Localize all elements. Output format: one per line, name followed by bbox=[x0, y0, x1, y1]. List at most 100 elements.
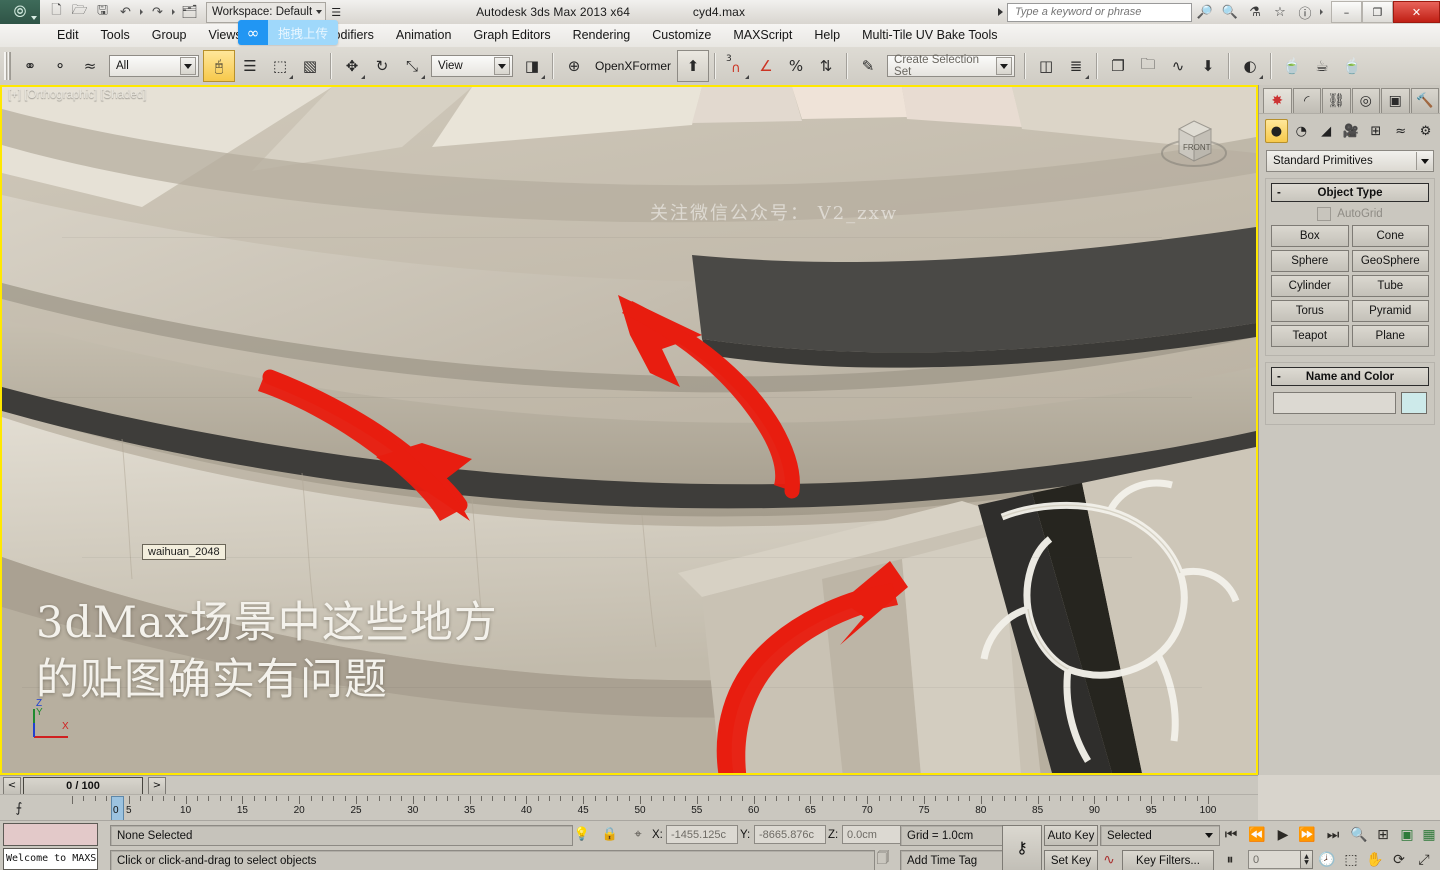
binoculars-icon[interactable]: 🔎 bbox=[1193, 2, 1217, 22]
align-button[interactable]: ≣ bbox=[1061, 51, 1091, 81]
openxformer-button[interactable]: ⬆ bbox=[677, 50, 710, 82]
reference-coordinate-system-combo[interactable]: View bbox=[431, 55, 513, 77]
viewcube[interactable]: FRONT bbox=[1157, 105, 1231, 177]
object-type-button-pyramid[interactable]: Pyramid bbox=[1351, 300, 1429, 322]
primitive-subcategory-combo[interactable]: Standard Primitives bbox=[1266, 150, 1434, 172]
compass-icon[interactable]: ⚗ bbox=[1243, 2, 1267, 22]
open-file-button[interactable]: 🗁 bbox=[69, 2, 90, 22]
mirror-button[interactable]: ◫ bbox=[1031, 51, 1061, 81]
frame-number-input[interactable]: 0 bbox=[1248, 850, 1306, 869]
chevron-right-icon[interactable] bbox=[998, 8, 1003, 16]
toolbar-grip[interactable] bbox=[4, 52, 11, 80]
absolute-relative-transform-icon[interactable]: ⌖ bbox=[629, 826, 647, 843]
app-logo-button[interactable]: ⦾ bbox=[0, 0, 40, 24]
auto-key-button[interactable]: Auto Key bbox=[1044, 825, 1098, 846]
menu-item-animation[interactable]: Animation bbox=[385, 24, 463, 47]
selection-filter-combo[interactable]: All bbox=[109, 55, 199, 77]
layer-manager-button[interactable]: ❐ bbox=[1103, 51, 1133, 81]
tab-create[interactable]: ✸ bbox=[1263, 88, 1292, 113]
search-box[interactable] bbox=[1007, 2, 1192, 22]
restore-button[interactable]: ❐ bbox=[1362, 1, 1393, 23]
set-key-button[interactable]: Set Key bbox=[1044, 850, 1098, 870]
object-type-button-torus[interactable]: Torus bbox=[1271, 300, 1349, 322]
menu-item-customize[interactable]: Customize bbox=[641, 24, 722, 47]
maxscript-input-field[interactable] bbox=[3, 823, 98, 846]
window-crossing-button[interactable]: ▧ bbox=[295, 51, 325, 81]
category-helpers[interactable]: ⊞ bbox=[1364, 119, 1387, 143]
current-frame-field[interactable]: 0 / 100 bbox=[23, 776, 143, 795]
tab-modify[interactable]: ◜ bbox=[1292, 88, 1321, 113]
select-object-button[interactable]: 🖰 bbox=[203, 50, 235, 82]
object-type-button-sphere[interactable]: Sphere bbox=[1271, 250, 1349, 272]
help-dropdown-icon[interactable] bbox=[1320, 9, 1323, 15]
play-animation-button[interactable]: ▶ bbox=[1272, 825, 1294, 844]
unlink-selection-button[interactable]: ⚬ bbox=[45, 51, 75, 81]
time-configuration-button[interactable]: 🕗 bbox=[1316, 850, 1338, 869]
help-icon[interactable]: ⓘ bbox=[1293, 2, 1317, 22]
tab-utilities[interactable]: 🔨 bbox=[1410, 88, 1439, 113]
spinner-snap-toggle-button[interactable]: ⇅ bbox=[811, 51, 841, 81]
object-type-button-geosphere[interactable]: GeoSphere bbox=[1351, 250, 1429, 272]
select-and-move-button[interactable]: ✥ bbox=[337, 51, 367, 81]
new-file-button[interactable]: 🗋 bbox=[46, 2, 67, 22]
menu-item-edit[interactable]: Edit bbox=[46, 24, 90, 47]
object-type-button-cone[interactable]: Cone bbox=[1351, 225, 1429, 247]
zoom-region-button[interactable]: ⬚ bbox=[1340, 850, 1362, 869]
favorite-star-icon[interactable]: ☆ bbox=[1268, 2, 1292, 22]
material-editor-button[interactable]: ◐ bbox=[1235, 51, 1265, 81]
render-setup-button[interactable]: 🍵 bbox=[1277, 51, 1307, 81]
viewport[interactable]: [+] [Orthographic] [Shaded] 关注微信公众号： V2_… bbox=[0, 85, 1258, 775]
name-and-color-header[interactable]: - Name and Color bbox=[1271, 367, 1429, 386]
select-by-name-button[interactable]: ☰ bbox=[235, 51, 265, 81]
rollout-collapse-icon[interactable]: - bbox=[1277, 371, 1281, 383]
y-coord-input[interactable]: -8665.876c bbox=[754, 825, 826, 844]
object-type-button-cylinder[interactable]: Cylinder bbox=[1271, 275, 1349, 297]
select-and-link-button[interactable]: ⚭ bbox=[15, 51, 45, 81]
redo-button[interactable]: ↷ bbox=[147, 2, 168, 22]
frame-spinner[interactable]: ▲ ▼ bbox=[1300, 850, 1313, 869]
key-filter-set-combo[interactable]: Selected bbox=[1100, 825, 1220, 846]
zoom-all-button[interactable]: ⊞ bbox=[1372, 825, 1394, 844]
zoom-extents-all-button[interactable]: ▦ bbox=[1418, 825, 1440, 844]
object-type-button-tube[interactable]: Tube bbox=[1351, 275, 1429, 297]
close-button[interactable]: ✕ bbox=[1393, 1, 1440, 23]
chevron-down-icon[interactable] bbox=[1205, 833, 1213, 838]
go-to-start-button[interactable]: ⏮ bbox=[1220, 825, 1242, 844]
named-selection-set-combo[interactable]: Create Selection Set bbox=[887, 54, 1016, 78]
tab-motion[interactable]: ◎ bbox=[1351, 88, 1380, 113]
drag-upload-overlay[interactable]: ∞ 拖拽上传 bbox=[238, 20, 339, 45]
menu-item-rendering[interactable]: Rendering bbox=[562, 24, 642, 47]
previous-frame-arrow[interactable]: < bbox=[3, 776, 21, 795]
undo-dropdown-icon[interactable] bbox=[140, 9, 143, 15]
previous-frame-button[interactable]: ⏪ bbox=[1246, 825, 1268, 844]
category-systems[interactable]: ⚙ bbox=[1414, 119, 1437, 143]
pan-view-button[interactable]: ✋ bbox=[1364, 850, 1386, 869]
menu-item-group[interactable]: Group bbox=[141, 24, 198, 47]
track-bar[interactable]: ⨍ 5 10 15 20 25 30 35 40 45 50 55 60 65 70 75 80 85 90 95 1… bbox=[0, 794, 1258, 822]
viewport-label[interactable]: [+] [Orthographic] [Shaded] bbox=[8, 89, 146, 101]
edit-named-selection-sets-button[interactable]: ✎ bbox=[853, 51, 883, 81]
select-and-rotate-button[interactable]: ↻ bbox=[367, 51, 397, 81]
zoom-extents-button[interactable]: ▣ bbox=[1396, 825, 1418, 844]
set-project-folder-button[interactable]: 🗂 bbox=[179, 2, 200, 22]
object-type-button-teapot[interactable]: Teapot bbox=[1271, 325, 1349, 347]
rectangular-selection-region-button[interactable]: ⬚ bbox=[265, 51, 295, 81]
autogrid-checkbox[interactable] bbox=[1317, 207, 1332, 221]
menu-item-multi-tile-uv-bake-tools[interactable]: Multi-Tile UV Bake Tools bbox=[851, 24, 1008, 47]
rendered-frame-window-button[interactable]: ☕ bbox=[1307, 51, 1337, 81]
maximize-viewport-toggle-button[interactable]: ⤢ bbox=[1412, 850, 1436, 869]
tab-hierarchy[interactable]: ⛓ bbox=[1322, 88, 1351, 113]
tab-display[interactable]: ▣ bbox=[1381, 88, 1410, 113]
render-production-button[interactable]: 🍵 bbox=[1337, 51, 1367, 81]
next-frame-arrow[interactable]: > bbox=[148, 776, 166, 795]
orbit-button[interactable]: ⟳ bbox=[1388, 850, 1410, 869]
go-to-end-button[interactable]: ⏭ bbox=[1322, 825, 1344, 844]
category-geometry[interactable]: ● bbox=[1265, 119, 1288, 143]
menu-item-tools[interactable]: Tools bbox=[90, 24, 141, 47]
next-frame-button[interactable]: ⏩ bbox=[1296, 825, 1318, 844]
use-center-flyout-button[interactable]: ◨ bbox=[517, 51, 547, 81]
chevron-down-icon[interactable] bbox=[180, 57, 196, 75]
object-color-swatch[interactable] bbox=[1401, 392, 1427, 414]
maxscript-mini-listener[interactable]: Welcome to MAXS bbox=[3, 823, 98, 870]
add-time-tag-field[interactable]: Add Time Tag bbox=[900, 850, 1006, 870]
